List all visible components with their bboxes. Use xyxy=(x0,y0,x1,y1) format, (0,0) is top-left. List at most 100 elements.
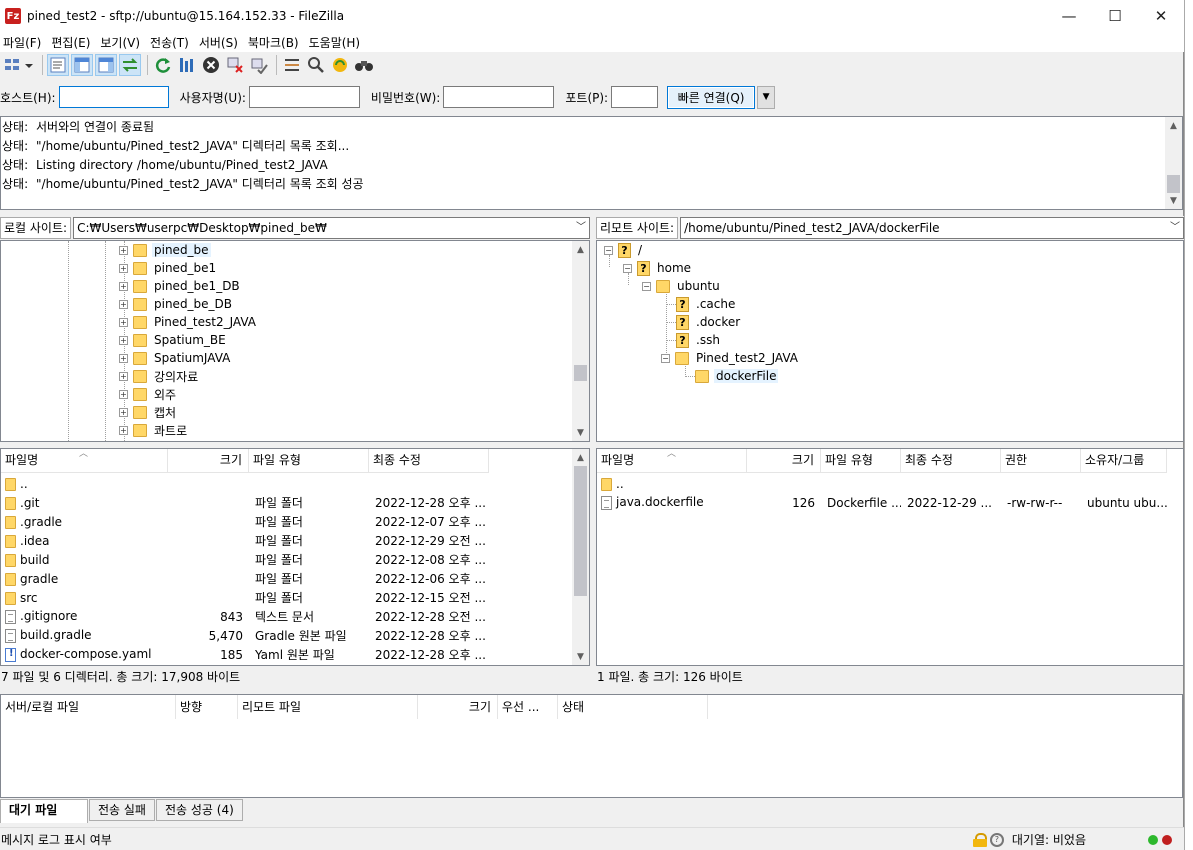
tree-item[interactable]: + 외주 xyxy=(119,385,178,403)
table-row[interactable]: gradle 파일 폴더 2022-12-06 오후 ... xyxy=(1,569,489,588)
column-header-size[interactable]: 크기 xyxy=(418,695,498,719)
toggle-local-tree-icon[interactable] xyxy=(71,54,93,76)
password-input[interactable] xyxy=(443,86,555,108)
tab-queued-files[interactable]: 대기 파일 xyxy=(0,799,88,823)
tree-item-root[interactable]: −? / xyxy=(604,241,644,259)
scroll-down-icon[interactable]: ▼ xyxy=(572,424,589,441)
scroll-down-icon[interactable]: ▼ xyxy=(1165,192,1182,209)
tree-item[interactable]: + pined_be1_DB xyxy=(119,277,242,295)
cancel-operation-icon[interactable] xyxy=(200,54,222,76)
local-tree-scrollbar[interactable]: ▲ ▼ xyxy=(572,241,589,441)
column-header-type[interactable]: 파일 유형 xyxy=(821,449,901,473)
reconnect-icon[interactable] xyxy=(248,54,270,76)
tree-item[interactable]: + 캡처 xyxy=(119,403,178,421)
toggle-transfer-queue-icon[interactable] xyxy=(119,54,141,76)
table-row[interactable]: .. xyxy=(1,474,489,493)
column-header-modified[interactable]: 최종 수정 xyxy=(369,449,489,473)
tree-item[interactable]: + Pined_test2_JAVA xyxy=(119,313,258,331)
compare-directories-icon[interactable] xyxy=(305,54,327,76)
tree-item-ssh[interactable]: ? .ssh xyxy=(676,331,722,349)
search-remote-files-icon[interactable] xyxy=(353,54,375,76)
table-row[interactable]: .idea 파일 폴더 2022-12-29 오전 ... xyxy=(1,531,489,550)
message-log-scrollbar[interactable]: ▲ ▼ xyxy=(1165,117,1182,209)
scroll-up-icon[interactable]: ▲ xyxy=(572,449,589,466)
table-row[interactable]: .gradle 파일 폴더 2022-12-07 오후 ... xyxy=(1,512,489,531)
menu-transfer[interactable]: 전송(T) xyxy=(147,34,196,51)
tree-item-ubuntu[interactable]: − ubuntu xyxy=(642,277,722,295)
tree-item[interactable]: + 강의자료 xyxy=(119,367,200,385)
file-type-cell: Yaml 원본 파일 xyxy=(255,648,335,662)
table-row[interactable]: src 파일 폴더 2022-12-15 오전 ... xyxy=(1,588,489,607)
table-row[interactable]: docker-compose.yaml 185 Yaml 원본 파일 2022-12-… xyxy=(1,645,489,664)
local-path-combobox[interactable]: C:₩Users₩userpc₩Desktop₩pined_be₩ ﹀ xyxy=(73,217,590,239)
chevron-down-icon[interactable]: ﹀ xyxy=(576,218,586,238)
scroll-thumb[interactable] xyxy=(574,365,587,381)
scroll-thumb[interactable] xyxy=(574,466,587,596)
menu-bookmarks[interactable]: 북마크(B) xyxy=(245,34,306,51)
tree-item[interactable]: + 콰트로 xyxy=(119,421,189,439)
tree-item-project[interactable]: − Pined_test2_JAVA xyxy=(661,349,800,367)
toolbar-separator xyxy=(147,55,148,75)
scroll-up-icon[interactable]: ▲ xyxy=(572,241,589,258)
site-manager-icon[interactable] xyxy=(2,54,36,76)
quickconnect-dropdown-icon[interactable]: ▼ xyxy=(757,85,776,109)
column-header-direction[interactable]: 방향 xyxy=(176,695,238,719)
minimize-button[interactable]: — xyxy=(1046,0,1092,32)
table-row[interactable]: .git 파일 폴더 2022-12-28 오후 ... xyxy=(1,493,489,512)
table-row[interactable]: java.dockerfile 126 Dockerfile ... 2022-12-… xyxy=(597,493,1167,512)
column-header-filename[interactable]: 파일명 ︿ xyxy=(597,449,747,473)
column-header-modified[interactable]: 최종 수정 xyxy=(901,449,1001,473)
table-row[interactable]: .. xyxy=(597,474,1167,493)
port-input[interactable] xyxy=(611,86,659,108)
speed-limit-icon[interactable]: ? xyxy=(989,832,1004,847)
username-input[interactable] xyxy=(248,86,360,108)
tree-item[interactable]: + Spatium_BE xyxy=(119,331,228,349)
disconnect-icon[interactable] xyxy=(224,54,246,76)
column-header-priority[interactable]: 우선 ... xyxy=(498,695,558,719)
close-button[interactable]: ✕ xyxy=(1138,0,1184,32)
tree-item-home[interactable]: −? home xyxy=(623,259,693,277)
scroll-up-icon[interactable]: ▲ xyxy=(1165,117,1182,134)
tab-successful-transfers[interactable]: 전송 성공 (4) xyxy=(155,799,243,821)
toggle-remote-tree-icon[interactable] xyxy=(95,54,117,76)
maximize-button[interactable]: ☐ xyxy=(1092,0,1138,32)
tree-item-docker[interactable]: ? .docker xyxy=(676,313,742,331)
column-header-local-file[interactable]: 서버/로컬 파일 xyxy=(1,695,176,719)
table-row[interactable]: build 파일 폴더 2022-12-08 오후 ... xyxy=(1,550,489,569)
menu-edit[interactable]: 편집(E) xyxy=(48,34,97,51)
menu-help[interactable]: 도움말(H) xyxy=(306,34,368,51)
column-header-owner[interactable]: 소유자/그룹 xyxy=(1081,449,1167,473)
synchronized-browsing-icon[interactable] xyxy=(329,54,351,76)
scroll-thumb[interactable] xyxy=(1167,175,1180,193)
refresh-icon[interactable] xyxy=(152,54,174,76)
menu-file[interactable]: 파일(F) xyxy=(0,34,48,51)
process-queue-icon[interactable] xyxy=(176,54,198,76)
toggle-message-log-icon[interactable] xyxy=(47,54,69,76)
table-row[interactable]: build.gradle 5,470 Gradle 원본 파일 2022-12-28 … xyxy=(1,626,489,645)
tree-item-dockerfile[interactable]: dockerFile xyxy=(695,367,779,385)
tree-item[interactable]: + SpatiumJAVA xyxy=(119,349,232,367)
tree-item[interactable]: + pined_be1 xyxy=(119,259,218,277)
file-modified-cell: 2022-12-29 ... xyxy=(907,495,992,510)
scroll-down-icon[interactable]: ▼ xyxy=(572,648,589,665)
menu-server[interactable]: 서버(S) xyxy=(196,34,245,51)
table-row[interactable]: .gitignore 843 텍스트 문서 2022-12-28 오전 ... xyxy=(1,607,489,626)
tree-item-cache[interactable]: ? .cache xyxy=(676,295,737,313)
column-header-status[interactable]: 상태 xyxy=(558,695,708,719)
chevron-down-icon[interactable]: ﹀ xyxy=(1170,218,1180,238)
column-header-type[interactable]: 파일 유형 xyxy=(249,449,369,473)
tree-item[interactable]: + pined_be xyxy=(119,241,211,259)
quickconnect-button[interactable]: 빠른 연결(Q) xyxy=(667,85,756,109)
remote-path-combobox[interactable]: /home/ubuntu/Pined_test2_JAVA/dockerFile… xyxy=(680,217,1184,239)
local-file-list-scrollbar[interactable]: ▲ ▼ xyxy=(572,449,589,665)
column-header-size[interactable]: 크기 xyxy=(168,449,249,473)
host-input[interactable] xyxy=(58,86,169,108)
column-header-size[interactable]: 크기 xyxy=(747,449,821,473)
column-header-filename[interactable]: 파일명 ︿ xyxy=(1,449,168,473)
column-header-permissions[interactable]: 권한 xyxy=(1001,449,1081,473)
menu-view[interactable]: 보기(V) xyxy=(97,34,147,51)
column-header-remote-file[interactable]: 리모트 파일 xyxy=(238,695,418,719)
tab-failed-transfers[interactable]: 전송 실패 xyxy=(89,799,155,821)
directory-listing-filter-icon[interactable] xyxy=(281,54,303,76)
tree-item[interactable]: + pined_be_DB xyxy=(119,295,234,313)
